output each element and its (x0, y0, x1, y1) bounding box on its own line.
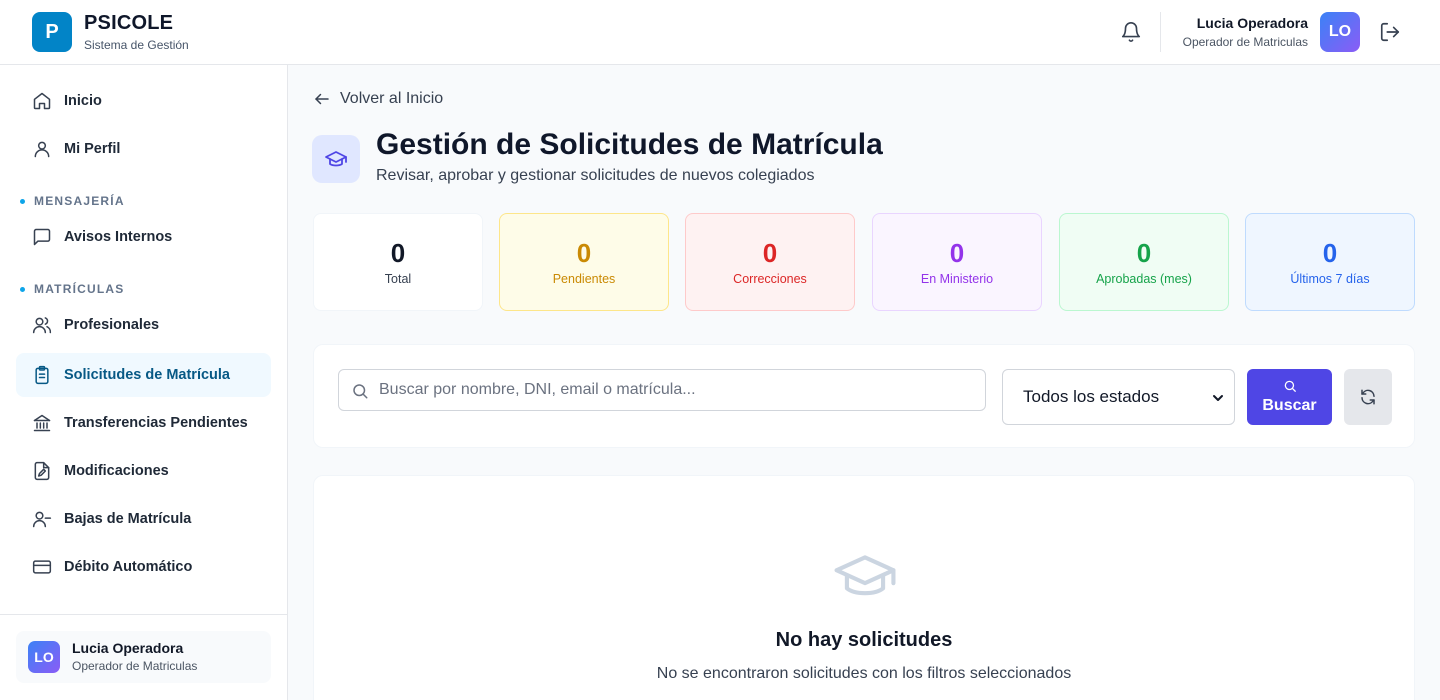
stat-label: En Ministerio (920, 272, 994, 286)
refresh-icon (1359, 388, 1377, 406)
stat-value: 0 (1322, 238, 1338, 268)
back-label: Volver al Inicio (340, 90, 444, 107)
section-dot (20, 286, 25, 292)
back-link[interactable]: Volver al Inicio (313, 90, 443, 108)
sidebar-item-inicio[interactable]: Inicio (16, 79, 271, 123)
search-button-label: Buscar (1262, 397, 1317, 414)
users-icon (32, 315, 52, 335)
stat-card-correcciones: 0 Correcciones (685, 213, 855, 311)
logout-icon[interactable] (1379, 21, 1401, 43)
sidebar-item-label: Profesionales (64, 317, 160, 333)
header-user-name: Lucia Operadora (1196, 15, 1308, 31)
section-mensajeria: MENSAJERÍA (20, 194, 125, 208)
chevron-down-icon (1212, 392, 1224, 404)
stat-card-aprobadas: 0 Aprobadas (mes) (1059, 213, 1229, 311)
brand-subtitle: Sistema de Gestión (84, 38, 189, 52)
stat-value: 0 (576, 238, 592, 268)
page-title: Gestión de Solicitudes de Matrícula (376, 128, 883, 161)
stat-label: Aprobadas (mes) (1096, 272, 1192, 286)
sidebar-item-label: Solicitudes de Matrícula (64, 367, 230, 383)
sidebar-item-avisos-internos[interactable]: Avisos Internos (16, 215, 271, 259)
bank-icon (32, 413, 52, 433)
bell-icon[interactable] (1120, 21, 1142, 43)
stat-label: Correcciones (733, 272, 807, 286)
stat-label: Últimos 7 días (1290, 272, 1370, 286)
refresh-button[interactable] (1344, 369, 1392, 425)
stat-card-total: 0 Total (313, 213, 483, 311)
graduation-cap-icon (312, 135, 360, 183)
sidebar-item-modificaciones[interactable]: Modificaciones (16, 449, 271, 493)
search-input[interactable] (379, 370, 979, 410)
sidebar-item-label: Transferencias Pendientes (64, 415, 248, 431)
stat-card-en-ministerio: 0 En Ministerio (872, 213, 1042, 311)
search-button[interactable]: Buscar (1247, 369, 1332, 425)
stat-value: 0 (390, 238, 406, 268)
sidebar-item-solicitudes-matricula[interactable]: Solicitudes de Matrícula (16, 353, 271, 397)
filter-card: Todos los estados Buscar (313, 344, 1415, 448)
sidebar-item-label: Modificaciones (64, 463, 169, 479)
section-label: MENSAJERÍA (34, 194, 125, 208)
avatar[interactable]: LO (1320, 12, 1360, 52)
header-user-role: Operador de Matriculas (1182, 35, 1308, 49)
stat-card-ultimos-7-dias: 0 Últimos 7 días (1245, 213, 1415, 311)
header-divider (1160, 12, 1161, 52)
status-select[interactable]: Todos los estados (1002, 369, 1235, 425)
stat-value: 0 (949, 238, 965, 268)
clipboard-icon (32, 365, 52, 385)
stat-value: 0 (762, 238, 778, 268)
stat-label: Pendientes (552, 272, 616, 286)
avatar: LO (28, 641, 60, 673)
empty-state-subtitle: No se encontraron solicitudes con los fi… (656, 665, 1072, 682)
home-icon (32, 91, 52, 111)
sidebar-item-transferencias[interactable]: Transferencias Pendientes (16, 401, 271, 445)
graduation-cap-icon (834, 552, 896, 604)
arrow-left-icon (313, 90, 340, 108)
sidebar-item-label: Avisos Internos (64, 229, 173, 245)
sidebar-item-label: Inicio (64, 93, 102, 109)
user-icon (32, 139, 52, 159)
sidebar-item-label: Mi Perfil (64, 141, 121, 157)
page-subtitle: Revisar, aprobar y gestionar solicitudes… (376, 167, 815, 184)
footer-user-name: Lucia Operadora (72, 640, 184, 656)
section-dot (20, 198, 25, 204)
stat-label: Total (384, 272, 412, 286)
sidebar-item-label: Bajas de Matrícula (64, 511, 192, 527)
user-minus-icon (32, 509, 52, 529)
top-header: P PSICOLE Sistema de Gestión Lucia Opera… (0, 0, 1440, 65)
user-card[interactable]: LO Lucia Operadora Operador de Matricula… (16, 631, 271, 683)
app-logo[interactable]: P (32, 12, 72, 52)
empty-state-title: No hay solicitudes (775, 629, 953, 651)
section-label: MATRÍCULAS (34, 282, 125, 296)
file-edit-icon (32, 461, 52, 481)
sidebar-item-label: Débito Automático (64, 559, 193, 575)
search-icon (1283, 379, 1297, 397)
brand-name: PSICOLE (84, 12, 174, 34)
sidebar-footer: LO Lucia Operadora Operador de Matricula… (0, 614, 287, 700)
stat-card-pendientes: 0 Pendientes (499, 213, 669, 311)
message-icon (32, 227, 52, 247)
section-matriculas: MATRÍCULAS (20, 282, 124, 296)
sidebar-item-profesionales[interactable]: Profesionales (16, 303, 271, 347)
credit-card-icon (32, 557, 52, 577)
footer-user-role: Operador de Matriculas (72, 659, 198, 673)
sidebar: Inicio Mi Perfil MENSAJERÍA Avisos Inter… (0, 65, 288, 700)
sidebar-item-mi-perfil[interactable]: Mi Perfil (16, 127, 271, 171)
results-panel: No hay solicitudes No se encontraron sol… (313, 475, 1415, 700)
sidebar-item-debito[interactable]: Débito Automático (16, 545, 271, 589)
sidebar-item-bajas[interactable]: Bajas de Matrícula (16, 497, 271, 541)
search-box[interactable] (338, 369, 986, 411)
status-select-value: Todos los estados (1023, 387, 1160, 406)
stat-value: 0 (1136, 238, 1152, 268)
